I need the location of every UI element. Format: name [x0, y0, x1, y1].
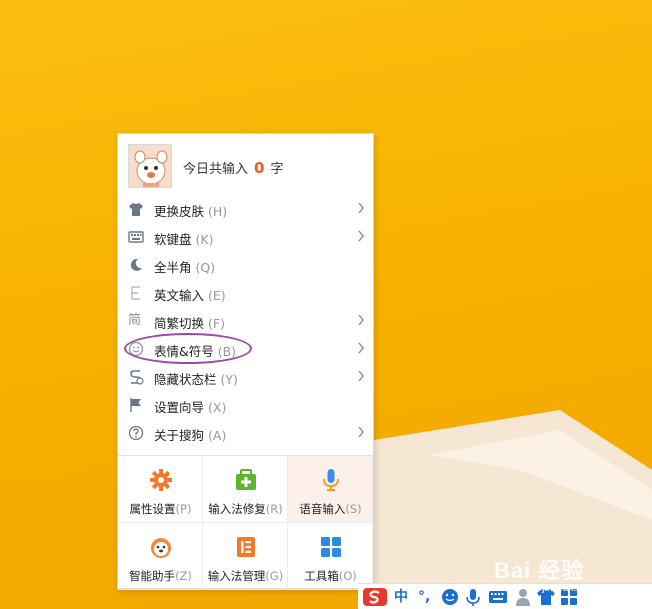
menu-item-label: 简繁切换 (F) [154, 316, 225, 331]
microphone-icon [323, 469, 339, 491]
tshirt-icon [129, 203, 143, 216]
menu-item-hide-statusbar[interactable]: 隐藏状态栏 (Y) [118, 363, 373, 391]
tool-label: 输入法修复(R) [208, 502, 283, 516]
tool-label: 语音输入(S) [299, 502, 362, 516]
tools-grid: 属性设置(P) 输入法修复(R) 语音输入(S) 智能助手(Z) 输入法管理(G… [118, 455, 373, 590]
menu-item-english-input[interactable]: 英文输入 (E) [118, 279, 373, 307]
assistant-mascot-icon [151, 538, 171, 558]
flag-icon [130, 398, 141, 412]
daily-prefix: 今日共输入 [183, 162, 249, 177]
keyboard-icon[interactable] [488, 587, 508, 607]
help-icon [128, 425, 144, 441]
keyboard-icon [128, 231, 144, 243]
menu-item-about-sogou[interactable]: 关于搜狗 (A) [118, 419, 373, 447]
avatar[interactable] [128, 144, 172, 188]
menu-item-label: 英文输入 (E) [154, 288, 226, 303]
letter-e-icon [131, 286, 140, 300]
tool-label: 智能助手(Z) [129, 569, 192, 583]
tool-toolbox[interactable]: 工具箱(O) [288, 523, 373, 590]
ime-manager-icon [237, 537, 255, 557]
user-icon[interactable] [514, 587, 532, 607]
tool-ime-manager[interactable]: 输入法管理(G) [203, 523, 288, 590]
chevron-right-icon [358, 202, 364, 214]
tool-voice-input[interactable]: 语音输入(S) [288, 456, 373, 523]
chevron-right-icon [358, 342, 364, 354]
annotation-ring [124, 333, 252, 364]
chevron-right-icon [358, 314, 364, 326]
mic-icon[interactable] [464, 587, 482, 607]
menu-items: 更换皮肤 (H) 软键盘 (K) 全半角 (Q) 英文输入 (E) 简 简繁切换 (F) … [118, 195, 373, 447]
tool-label: 属性设置(P) [129, 502, 192, 516]
menu-item-setup-wizard[interactable]: 设置向导 (X) [118, 391, 373, 419]
tool-ime-repair[interactable]: 输入法修复(R) [203, 456, 288, 523]
tool-property-settings[interactable]: 属性设置(P) [118, 456, 203, 523]
tool-smart-assistant[interactable]: 智能助手(Z) [118, 523, 203, 590]
emoji-icon[interactable] [440, 587, 460, 607]
punctuation-toggle[interactable]: °, [418, 587, 430, 607]
mascot-avatar-icon [129, 145, 171, 187]
menu-item-full-half-width[interactable]: 全半角 (Q) [118, 251, 373, 279]
tool-label: 输入法管理(G) [207, 569, 284, 583]
watermark-text: Bai 经验 [494, 558, 585, 583]
menu-item-simplified-traditional[interactable]: 简 简繁切换 (F) [118, 307, 373, 335]
watermark-sub: jingyan.baidu.com [542, 583, 622, 593]
menu-item-label: 设置向导 (X) [154, 400, 227, 415]
daily-count: 0 [254, 159, 265, 177]
gear-icon [150, 469, 172, 491]
chevron-right-icon [358, 230, 364, 242]
menu-item-label: 软键盘 (K) [154, 232, 214, 247]
tool-label: 工具箱(O) [304, 569, 357, 583]
lang-toggle[interactable]: 中 [394, 587, 408, 607]
daily-suffix: 字 [270, 162, 284, 177]
repair-kit-icon [236, 469, 256, 490]
daily-input-count: 今日共输入 0 字 [183, 158, 283, 177]
hide-statusbar-icon [130, 370, 144, 385]
menu-header: 今日共输入 0 字 [118, 134, 373, 196]
toolbox-icon [321, 537, 341, 557]
menu-item-label: 隐藏状态栏 (Y) [154, 372, 238, 387]
sogou-logo-icon[interactable] [362, 587, 388, 607]
menu-item-change-skin[interactable]: 更换皮肤 (H) [118, 195, 373, 223]
menu-item-label: 关于搜狗 (A) [154, 428, 227, 443]
baidu-watermark: Bai 经验 jingyan.baidu.com [494, 553, 621, 593]
simplified-char-icon: 简 [128, 313, 142, 328]
menu-item-label: 更换皮肤 (H) [154, 204, 228, 219]
menu-item-soft-keyboard[interactable]: 软键盘 (K) [118, 223, 373, 251]
ime-context-menu: 今日共输入 0 字 更换皮肤 (H) 软键盘 (K) 全半角 (Q) 英文输入 (E) 简 … [117, 133, 374, 590]
chevron-right-icon [358, 426, 364, 438]
chevron-right-icon [358, 370, 364, 382]
menu-item-label: 全半角 (Q) [154, 260, 216, 275]
moon-icon [130, 258, 142, 271]
